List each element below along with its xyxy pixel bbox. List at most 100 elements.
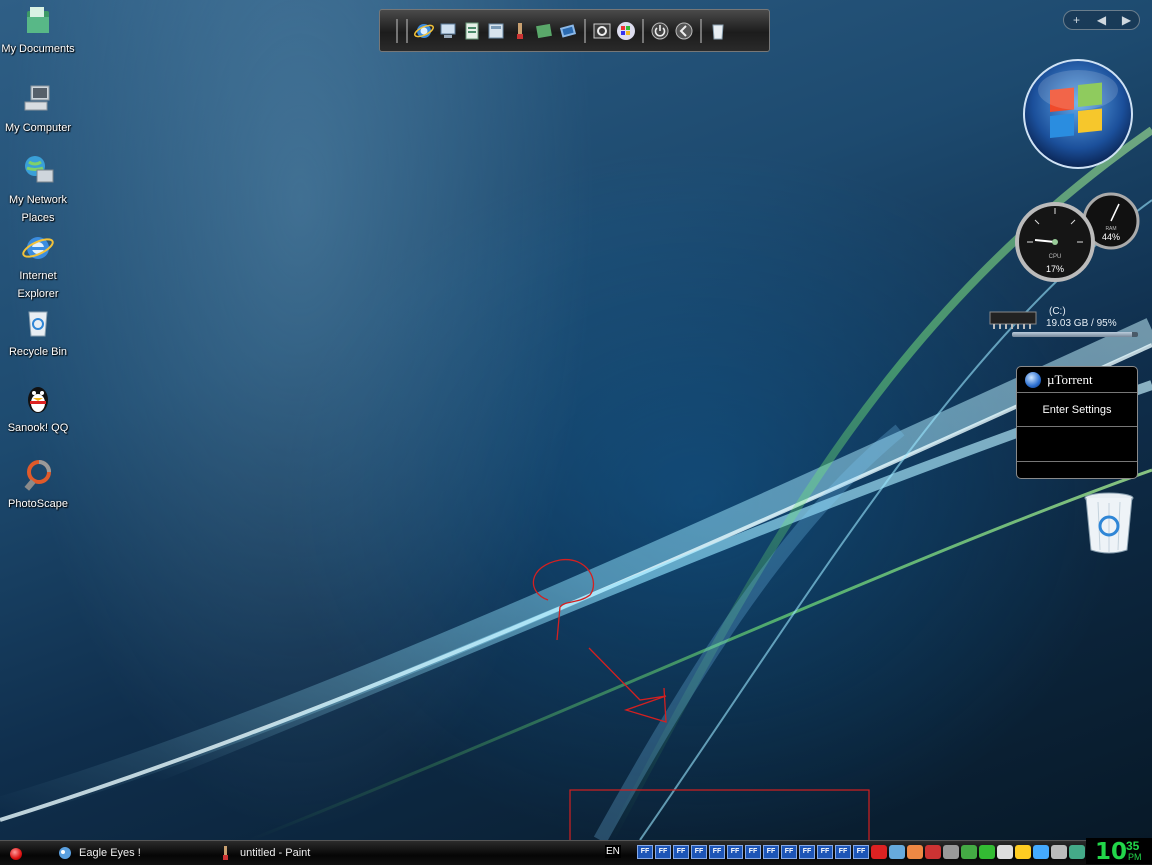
taskbar-task-eagle-eyes[interactable]: Eagle Eyes !: [57, 843, 141, 863]
language-indicator[interactable]: EN: [605, 845, 621, 858]
dock-computer-icon[interactable]: [437, 20, 459, 42]
tray-skype-icon[interactable]: [1015, 845, 1031, 859]
qq-penguin-icon: [28, 387, 48, 413]
tray-ff-icon[interactable]: FF: [691, 845, 707, 859]
sidebar-add-button[interactable]: +: [1064, 13, 1089, 27]
drive-usage-text: 19.03 GB / 95%: [1046, 318, 1117, 329]
tray-ff-icon[interactable]: FF: [745, 845, 761, 859]
windows-orb-icon[interactable]: [1022, 58, 1134, 170]
sidebar-next-button[interactable]: ▶: [1114, 13, 1139, 27]
tray-bluetooth-icon[interactable]: [1033, 845, 1049, 859]
dock-settings-icon[interactable]: [591, 20, 613, 42]
system-tray: FF FF FF FF FF FF FF FF FF FF FF FF FF: [637, 845, 1105, 861]
desktop-icon-label: My Documents: [1, 43, 75, 55]
sidebar-prev-button[interactable]: ◀: [1089, 13, 1114, 27]
tray-antivirus-icon[interactable]: [871, 845, 887, 859]
tray-ff-icon[interactable]: FF: [835, 845, 851, 859]
tray-ff-icon[interactable]: FF: [799, 845, 815, 859]
tray-ff-icon[interactable]: FF: [853, 845, 869, 859]
tray-ff-icon[interactable]: FF: [637, 845, 653, 859]
dock-paint-icon[interactable]: [509, 20, 531, 42]
clock-minute: 35: [1126, 839, 1140, 853]
dock-separator: [584, 18, 586, 43]
drive-usage-bar: [1012, 332, 1138, 337]
task-label: untitled - Paint: [240, 847, 311, 859]
tray-ff-icon[interactable]: FF: [763, 845, 779, 859]
desktop-icon-my-network-places[interactable]: My Network Places: [0, 154, 76, 226]
folder-documents-icon: [27, 7, 49, 33]
desktop-icon-label: My Computer: [4, 122, 72, 134]
desktop-icon-sanook-qq[interactable]: Sanook! QQ: [0, 382, 76, 436]
clock-ampm: PM: [1128, 852, 1142, 862]
taskbar-task-paint[interactable]: untitled - Paint: [218, 843, 310, 863]
desktop-icon-label: Sanook! QQ: [7, 422, 69, 434]
utorrent-gadget[interactable]: µTorrent Enter Settings: [1016, 366, 1138, 479]
utorrent-header: µTorrent: [1017, 367, 1137, 393]
tray-network-icon[interactable]: [961, 845, 977, 859]
computer-icon: [24, 85, 50, 111]
dock-notes-icon[interactable]: [533, 20, 555, 42]
tray-ff-icon[interactable]: FF: [817, 845, 833, 859]
sidebar-toolbar: + ◀ ▶: [1063, 10, 1140, 30]
dock-calculator-icon[interactable]: [485, 20, 507, 42]
quick-launch-dock: [379, 9, 770, 52]
dock-recycle-bin-icon[interactable]: [707, 20, 729, 42]
memory-chip-icon: [989, 311, 1037, 329]
tray-ff-icon[interactable]: FF: [709, 845, 725, 859]
tray-update-icon[interactable]: [979, 845, 995, 859]
internet-explorer-icon: [22, 237, 54, 259]
dock-separator: [406, 18, 408, 43]
desktop-icon-internet-explorer[interactable]: Internet Explorer: [0, 230, 76, 302]
dock-power-icon[interactable]: [649, 20, 671, 42]
tray-messenger-icon[interactable]: [889, 845, 905, 859]
cpu-meter-gadget[interactable]: CPU RAM 17% 44%: [1015, 192, 1141, 284]
dock-windows-icon[interactable]: [615, 20, 637, 42]
start-button[interactable]: [10, 848, 22, 860]
tray-ff-icon[interactable]: FF: [673, 845, 689, 859]
tray-qq-icon[interactable]: [907, 845, 923, 859]
utorrent-row: [1017, 427, 1137, 462]
paint-icon: [223, 846, 228, 860]
drive-name: (C:): [1049, 306, 1066, 317]
tray-ff-icon[interactable]: FF: [727, 845, 743, 859]
network-globe-icon: [25, 156, 54, 183]
dock-network-icon[interactable]: [557, 20, 579, 42]
dock-documents-icon[interactable]: [461, 20, 483, 42]
desktop-icon-my-computer[interactable]: My Computer: [0, 82, 76, 136]
recycle-bin-icon: [28, 311, 48, 337]
dock-back-icon[interactable]: [673, 20, 695, 42]
dock-separator: [642, 18, 644, 43]
svg-text:CPU: CPU: [1049, 254, 1062, 260]
cpu-percent-text: 17%: [1046, 264, 1064, 274]
utorrent-enter-settings-button[interactable]: Enter Settings: [1017, 393, 1137, 427]
desktop-icon-recycle-bin[interactable]: Recycle Bin: [0, 306, 76, 360]
utorrent-title: µTorrent: [1047, 371, 1093, 387]
desktop-icon-label: Internet Explorer: [17, 270, 59, 300]
dock-separator: [700, 18, 702, 43]
desktop-icon-photoscape[interactable]: PhotoScape: [0, 458, 76, 512]
desktop-icon-label: Recycle Bin: [8, 346, 68, 358]
dock-internet-explorer-icon[interactable]: [413, 20, 435, 42]
tray-ff-icon[interactable]: FF: [781, 845, 797, 859]
desktop-wallpaper: [0, 126, 1152, 844]
tray-volume-icon[interactable]: [925, 845, 941, 859]
eagle-eyes-icon: [59, 847, 71, 859]
ram-percent-text: 44%: [1102, 232, 1120, 242]
recycle-bin-gadget-icon[interactable]: [1082, 490, 1136, 556]
drive-usage-fill: [1012, 332, 1132, 337]
tray-app-icon[interactable]: [997, 845, 1013, 859]
clock-hour: 10: [1095, 839, 1128, 865]
tray-chart-icon[interactable]: [1069, 845, 1085, 859]
dock-separator: [396, 18, 398, 43]
taskbar: Eagle Eyes ! untitled - Paint EN FF FF FF F…: [0, 840, 1152, 865]
taskbar-clock[interactable]: 10 35 PM: [1086, 838, 1152, 865]
desktop-icon-my-documents[interactable]: My Documents: [0, 3, 76, 57]
drive-meter-gadget[interactable]: (C:) 19.03 GB / 95%: [988, 298, 1140, 340]
task-label: Eagle Eyes !: [79, 847, 141, 859]
utorrent-logo-icon: [1025, 371, 1041, 388]
tray-misc-icon[interactable]: [1051, 845, 1067, 859]
tray-tool-icon[interactable]: [943, 845, 959, 859]
tray-ff-icon[interactable]: FF: [655, 845, 671, 859]
desktop-icon-label: PhotoScape: [8, 498, 68, 510]
photoscape-icon: [24, 460, 51, 491]
